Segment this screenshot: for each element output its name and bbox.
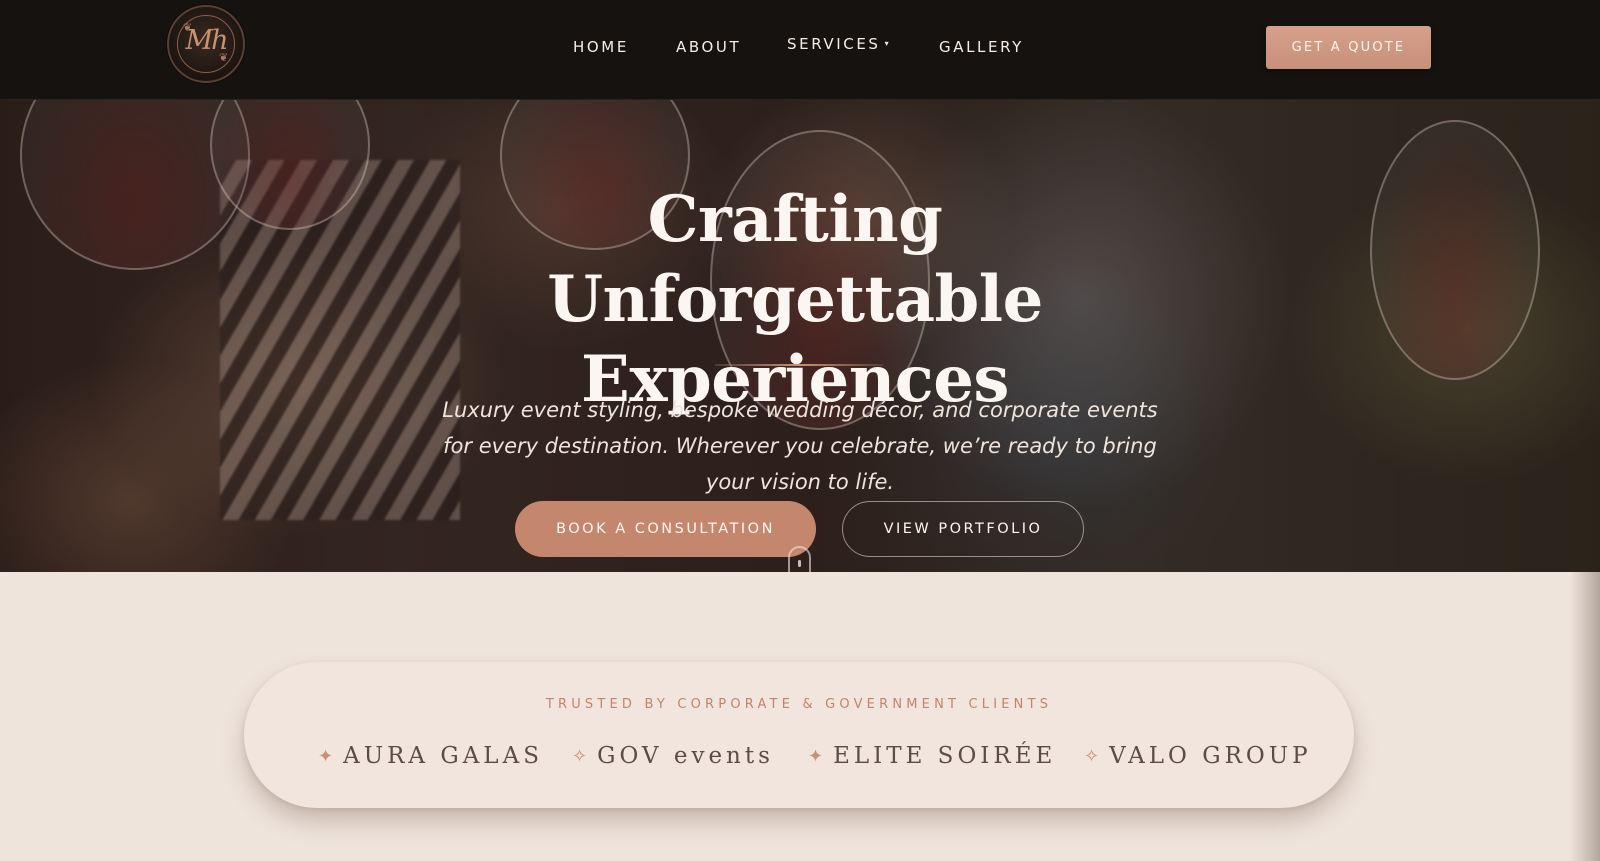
trusted-label: TRUSTED BY CORPORATE & GOVERNMENT CLIENT…	[545, 697, 1053, 712]
scroll-indicator-dot	[798, 560, 801, 567]
client-logo: ✧ GOV events	[572, 743, 774, 769]
nav-services[interactable]: SERVICES ▾	[787, 35, 889, 53]
book-consultation-button[interactable]: BOOK A CONSULTATION	[515, 501, 816, 557]
hero-title-line1: Crafting Unforgettable	[547, 182, 1043, 337]
client-name: AURA GALAS	[343, 743, 543, 769]
client-logo: ✦ ELITE SOIRÉE	[808, 743, 1056, 769]
sparkle-outline-icon: ✧	[1084, 745, 1100, 767]
hero-subtitle: Luxury event styling, bespoke wedding dé…	[442, 398, 1158, 494]
client-name: GOV events	[597, 743, 774, 769]
top-navigation: ❦ ❦ Mh HOME ABOUT SERVICES ▾ GALLERY GET …	[0, 0, 1600, 100]
hero-section: Crafting Unforgettable Experiences Luxur…	[0, 100, 1600, 572]
client-name: ELITE SOIRÉE	[833, 743, 1057, 769]
sparkle-icon: ✦	[318, 745, 334, 767]
edge-shadow	[1570, 572, 1600, 861]
sparkle-outline-icon: ✧	[572, 745, 588, 767]
view-portfolio-button[interactable]: VIEW PORTFOLIO	[842, 501, 1084, 557]
nav-gallery[interactable]: GALLERY	[939, 38, 1024, 56]
hero-divider	[715, 364, 883, 366]
client-name: VALO GROUP	[1109, 743, 1312, 769]
nav-home[interactable]: HOME	[573, 38, 629, 56]
client-logo: ✧ VALO GROUP	[1084, 743, 1312, 769]
chevron-down-icon: ▾	[884, 39, 889, 48]
hero-content: Crafting Unforgettable Experiences Luxur…	[0, 100, 1600, 572]
scroll-indicator-icon[interactable]	[788, 546, 811, 572]
page: ❦ ❦ Mh HOME ABOUT SERVICES ▾ GALLERY GET …	[0, 0, 1600, 861]
trusted-clients-banner: TRUSTED BY CORPORATE & GOVERNMENT CLIENT…	[244, 662, 1354, 808]
client-logo: ✦ AURA GALAS	[318, 743, 543, 769]
hero-title: Crafting Unforgettable Experiences	[400, 180, 1190, 420]
sparkle-icon: ✦	[808, 745, 824, 767]
nav-services-label: SERVICES	[787, 35, 881, 53]
get-a-quote-button[interactable]: GET A QUOTE	[1266, 26, 1431, 69]
nav-about[interactable]: ABOUT	[676, 38, 741, 56]
